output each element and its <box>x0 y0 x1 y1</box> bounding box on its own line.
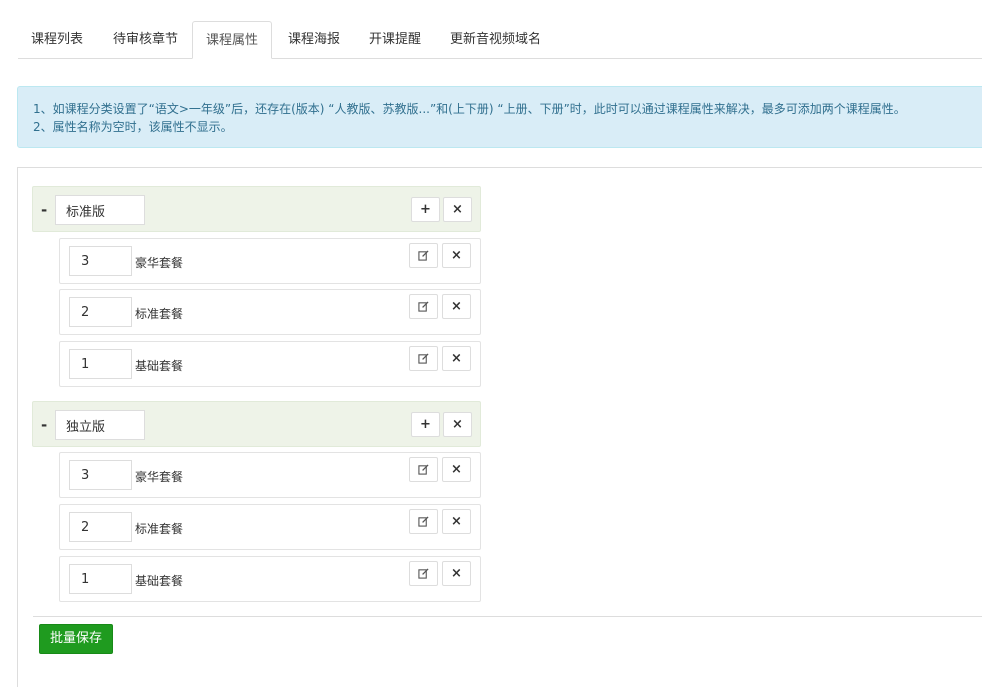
plus-icon: + <box>420 202 431 217</box>
tab-course-poster[interactable]: 课程海报 <box>275 21 353 58</box>
delete-item-button[interactable]: × <box>442 294 471 319</box>
edit-item-button[interactable] <box>409 509 438 534</box>
item-label: 基础套餐 <box>135 574 184 588</box>
attribute-group-header: - + × <box>32 186 481 232</box>
plus-icon: + <box>420 417 431 432</box>
add-item-button[interactable]: + <box>411 197 440 222</box>
delete-item-button[interactable]: × <box>442 457 471 482</box>
edit-icon <box>418 516 429 527</box>
tab-course-list[interactable]: 课程列表 <box>18 21 96 58</box>
close-icon: × <box>452 417 463 432</box>
tab-bar: 课程列表 待审核章节 课程属性 课程海报 开课提醒 更新音视频域名 <box>18 21 982 59</box>
edit-item-button[interactable] <box>409 243 438 268</box>
attribute-name-input[interactable] <box>55 195 145 225</box>
delete-item-button[interactable]: × <box>442 346 471 371</box>
tab-course-reminder[interactable]: 开课提醒 <box>356 21 434 58</box>
item-label: 标准套餐 <box>135 307 184 321</box>
list-item: 豪华套餐 × <box>59 452 481 498</box>
batch-save-button[interactable]: 批量保存 <box>39 624 113 654</box>
collapse-toggle[interactable]: - <box>41 416 47 434</box>
attribute-name-input[interactable] <box>55 410 145 440</box>
info-notice: 1、如课程分类设置了“语文>一年级”后，还存在(版本) “人教版、苏教版...”… <box>17 86 982 148</box>
close-icon: × <box>451 299 462 314</box>
notice-line-1: 1、如课程分类设置了“语文>一年级”后，还存在(版本) “人教版、苏教版...”… <box>33 102 906 116</box>
item-label: 豪华套餐 <box>135 470 184 484</box>
list-item: 标准套餐 × <box>59 289 481 335</box>
item-label: 基础套餐 <box>135 359 184 373</box>
edit-icon <box>418 353 429 364</box>
close-icon: × <box>452 202 463 217</box>
delete-item-button[interactable]: × <box>442 243 471 268</box>
edit-item-button[interactable] <box>409 346 438 371</box>
edit-item-button[interactable] <box>409 561 438 586</box>
tab-update-media-domain[interactable]: 更新音视频域名 <box>437 21 554 58</box>
edit-item-button[interactable] <box>409 457 438 482</box>
tab-course-attributes[interactable]: 课程属性 <box>192 21 273 59</box>
item-sort-input[interactable] <box>69 297 132 327</box>
item-sort-input[interactable] <box>69 460 132 490</box>
item-label: 标准套餐 <box>135 522 184 536</box>
list-item: 基础套餐 × <box>59 341 481 387</box>
divider <box>33 616 982 617</box>
item-sort-input[interactable] <box>69 349 132 379</box>
edit-icon <box>418 464 429 475</box>
add-item-button[interactable]: + <box>411 412 440 437</box>
item-sort-input[interactable] <box>69 512 132 542</box>
list-item: 标准套餐 × <box>59 504 481 550</box>
delete-item-button[interactable]: × <box>442 561 471 586</box>
edit-icon <box>418 250 429 261</box>
attribute-group-header: - + × <box>32 401 481 447</box>
item-label: 豪华套餐 <box>135 256 184 270</box>
delete-item-button[interactable]: × <box>442 509 471 534</box>
delete-group-button[interactable]: × <box>443 197 472 222</box>
close-icon: × <box>451 514 462 529</box>
edit-icon <box>418 301 429 312</box>
close-icon: × <box>451 566 462 581</box>
item-sort-input[interactable] <box>69 246 132 276</box>
edit-item-button[interactable] <box>409 294 438 319</box>
notice-line-2: 2、属性名称为空时，该属性不显示。 <box>33 120 233 134</box>
edit-icon <box>418 568 429 579</box>
delete-group-button[interactable]: × <box>443 412 472 437</box>
list-item: 豪华套餐 × <box>59 238 481 284</box>
close-icon: × <box>451 351 462 366</box>
close-icon: × <box>451 248 462 263</box>
collapse-toggle[interactable]: - <box>41 201 47 219</box>
tab-pending-chapters[interactable]: 待审核章节 <box>100 21 191 58</box>
item-sort-input[interactable] <box>69 564 132 594</box>
list-item: 基础套餐 × <box>59 556 481 602</box>
close-icon: × <box>451 462 462 477</box>
